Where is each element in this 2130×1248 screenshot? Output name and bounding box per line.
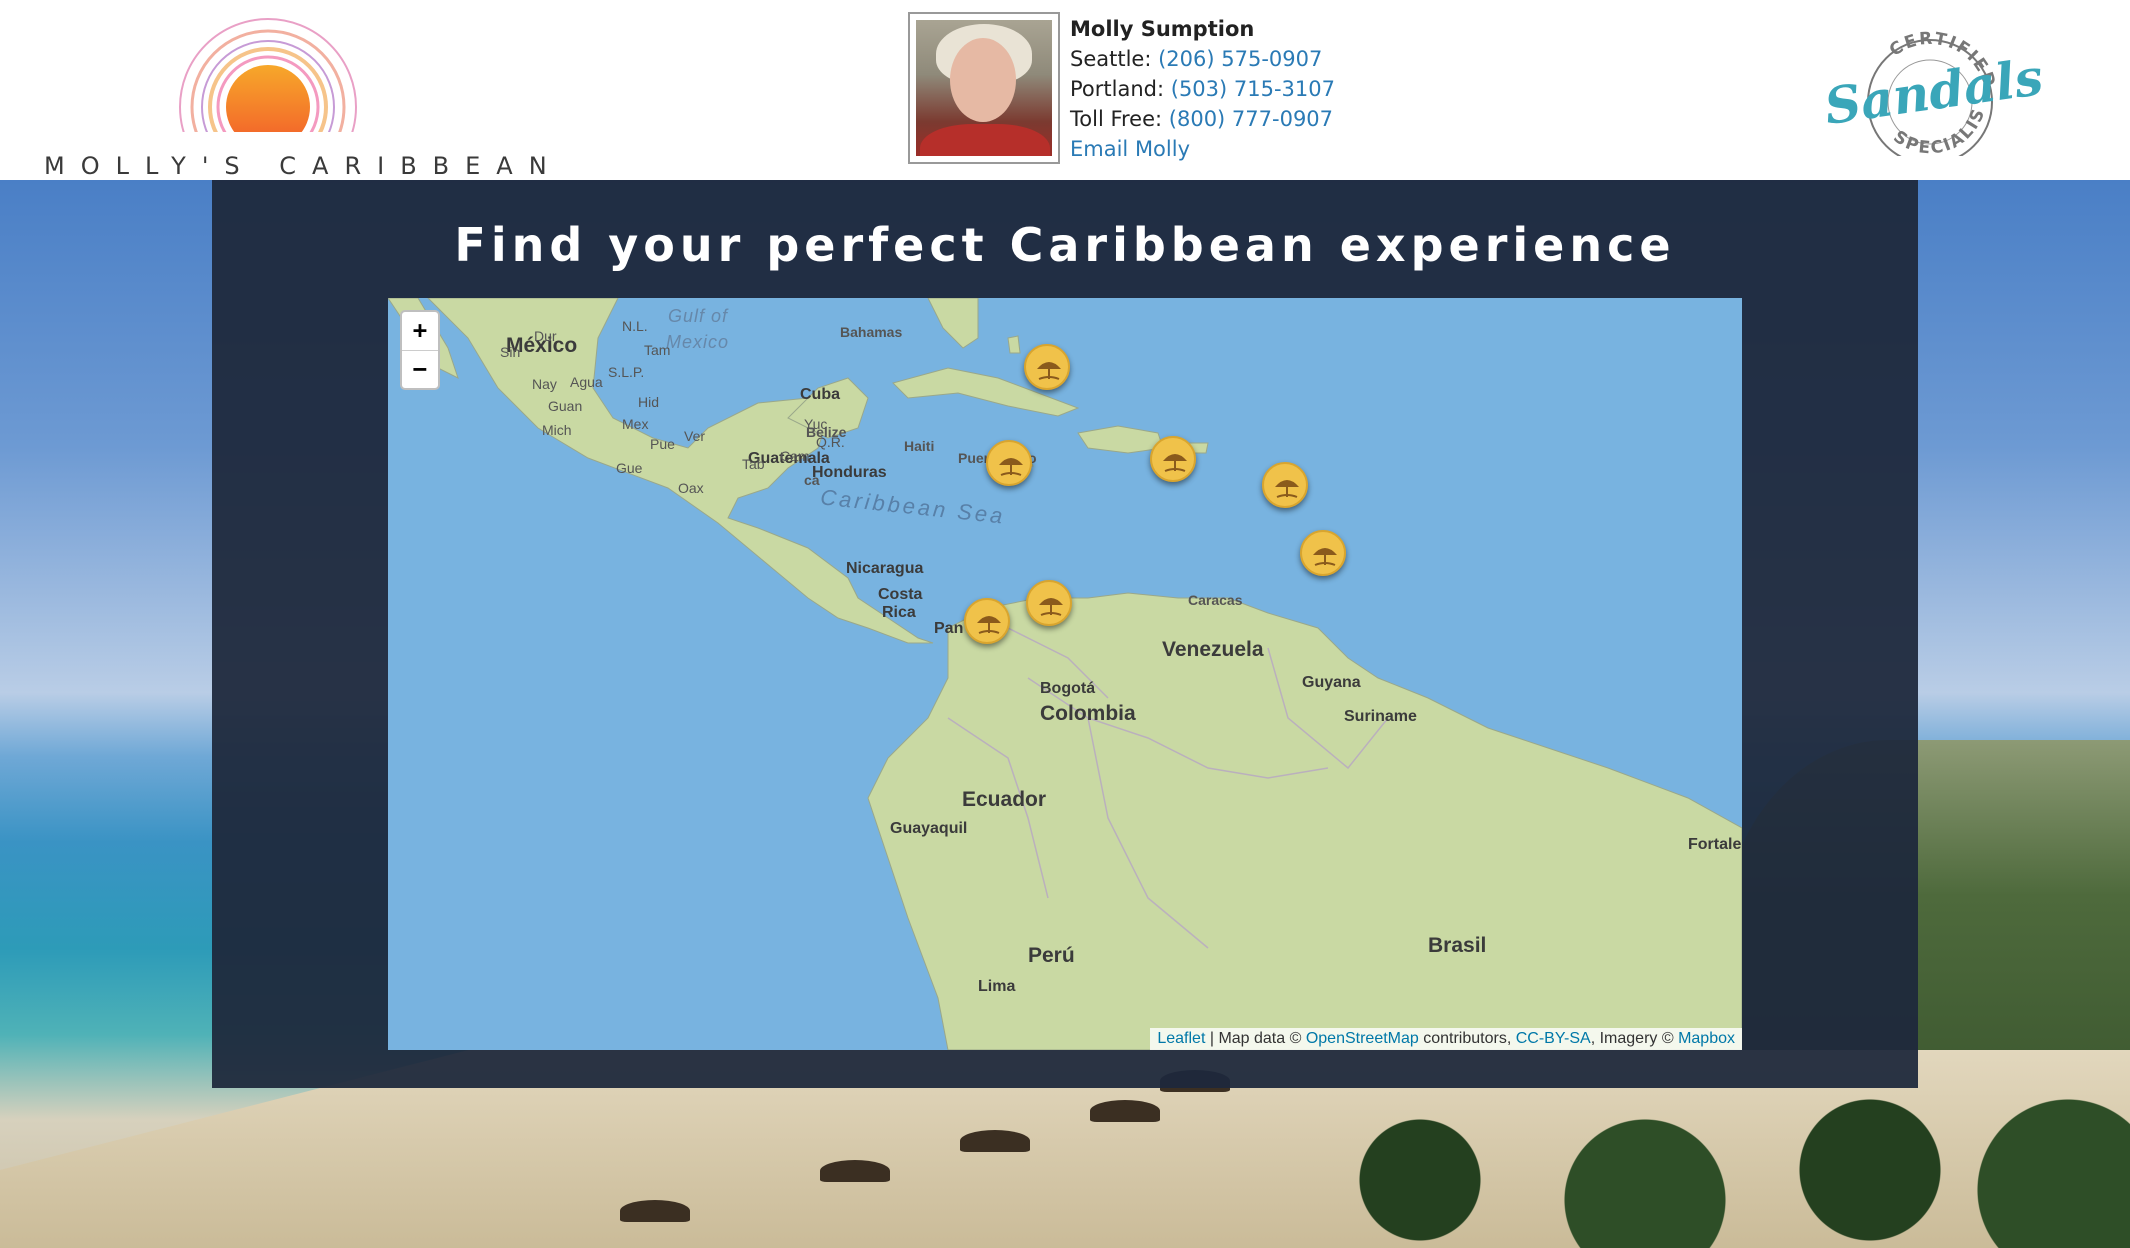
osm-link[interactable]: OpenStreetMap [1306, 1030, 1419, 1047]
tollfree-label: Toll Free: [1070, 107, 1163, 131]
label-gulf-1: Gulf of [668, 306, 729, 326]
label-nl: N.L. [622, 318, 648, 334]
portland-label: Portland: [1070, 77, 1165, 101]
resort-marker-antigua[interactable] [1262, 462, 1308, 508]
map-attribution: Leaflet | Map data © OpenStreetMap contr… [1150, 1028, 1742, 1050]
label-brasil: Brasil [1428, 934, 1487, 957]
label-cuba: Cuba [800, 386, 840, 403]
label-lima: Lima [978, 978, 1016, 995]
label-gulf-2: Mexico [666, 332, 730, 352]
umbrella-icon [1037, 362, 1061, 380]
agent-name: Molly Sumption [1070, 17, 1255, 41]
label-costa-rica-1: Costa [878, 586, 923, 603]
zoom-out-button[interactable]: − [402, 350, 438, 388]
zoom-in-button[interactable]: + [402, 312, 438, 350]
resort-marker-curacao[interactable] [1026, 580, 1072, 626]
portland-phone-link[interactable]: (503) 715-3107 [1171, 77, 1335, 101]
sunburst-icon [168, 18, 398, 162]
seattle-phone-link[interactable]: (206) 575-0907 [1158, 47, 1322, 71]
label-sin: Sin [500, 344, 521, 360]
panel-title: Find your perfect Caribbean experience [454, 218, 1676, 272]
label-yucatan-2: Q.R. [816, 434, 845, 450]
seattle-label: Seattle: [1070, 47, 1152, 71]
caribbean-map[interactable]: México Gulf of Mexico Bahamas Cuba Haiti… [388, 298, 1742, 1050]
label-peru: Perú [1028, 944, 1075, 967]
label-agua: Agua [570, 374, 603, 390]
agent-photo [908, 12, 1060, 164]
label-camp: Cam [780, 448, 810, 464]
resort-marker-dominican[interactable] [1150, 436, 1196, 482]
logo-text: MOLLY'S CARIBBEAN [44, 152, 563, 180]
label-bahamas: Bahamas [840, 324, 903, 340]
resort-marker-st-lucia[interactable] [1300, 530, 1346, 576]
label-costa-rica-2: Rica [882, 604, 916, 621]
label-caracas: Caracas [1188, 592, 1243, 608]
label-venezuela: Venezuela [1162, 638, 1264, 661]
label-mex: Mex [622, 416, 649, 432]
umbrella-icon [1275, 480, 1299, 498]
label-slp: S.L.P. [608, 364, 645, 380]
umbrella-icon [1313, 548, 1337, 566]
attribution-sep: | Map data © [1205, 1030, 1306, 1047]
site-header: MOLLY'S CARIBBEAN Molly Sumption Seattle… [0, 0, 2130, 180]
label-tab: Tab [742, 456, 765, 472]
umbrella-icon [999, 458, 1023, 476]
umbrella-icon [977, 616, 1001, 634]
umbrella-icon [1163, 454, 1187, 472]
label-panama: Pan [934, 620, 964, 637]
map-land-shapes [388, 298, 1742, 1050]
label-suriname: Suriname [1344, 708, 1417, 725]
label-nicaragua: Nicaragua [846, 560, 924, 577]
label-guan: Guan [548, 398, 583, 414]
label-guayaquil: Guayaquil [890, 820, 968, 837]
resort-marker-bahamas[interactable] [1024, 344, 1070, 390]
email-link[interactable]: Email Molly [1070, 137, 1190, 161]
label-yucatan-1: Yuc [804, 416, 828, 432]
label-dur: Dur [534, 328, 557, 344]
resort-marker-panama[interactable] [964, 598, 1010, 644]
label-fortaleza: Fortale [1688, 836, 1742, 853]
label-nay: Nay [532, 376, 557, 392]
label-mich: Mich [542, 422, 572, 438]
label-tam: Tam [644, 342, 671, 358]
site-logo[interactable]: MOLLY'S CARIBBEAN [40, 12, 547, 180]
label-honduras: Honduras [812, 464, 887, 481]
umbrella-icon [1039, 598, 1063, 616]
leaflet-link[interactable]: Leaflet [1157, 1030, 1205, 1047]
label-oax: Oax [678, 480, 704, 496]
attribution-contrib: contributors, [1418, 1030, 1516, 1047]
label-hid: Hid [638, 394, 660, 410]
zoom-control: + − [400, 310, 440, 390]
label-guyana: Guyana [1302, 674, 1361, 691]
label-bogota: Bogotá [1040, 680, 1096, 697]
attribution-imagery: , Imagery © [1590, 1030, 1679, 1047]
label-haiti: Haiti [904, 438, 935, 454]
resort-marker-jamaica[interactable] [986, 440, 1032, 486]
license-link[interactable]: CC-BY-SA [1516, 1030, 1591, 1047]
label-pue: Pue [650, 436, 675, 452]
label-ecuador: Ecuador [962, 788, 1047, 811]
tollfree-phone-link[interactable]: (800) 777-0907 [1169, 107, 1333, 131]
label-ver: Ver [684, 428, 706, 444]
label-gue: Gue [616, 460, 643, 476]
sandals-specialist-badge: CERTIFIED SPECIALIST Sandals [1807, 5, 2046, 165]
mapbox-link[interactable]: Mapbox [1678, 1030, 1735, 1047]
label-colombia: Colombia [1040, 702, 1136, 725]
